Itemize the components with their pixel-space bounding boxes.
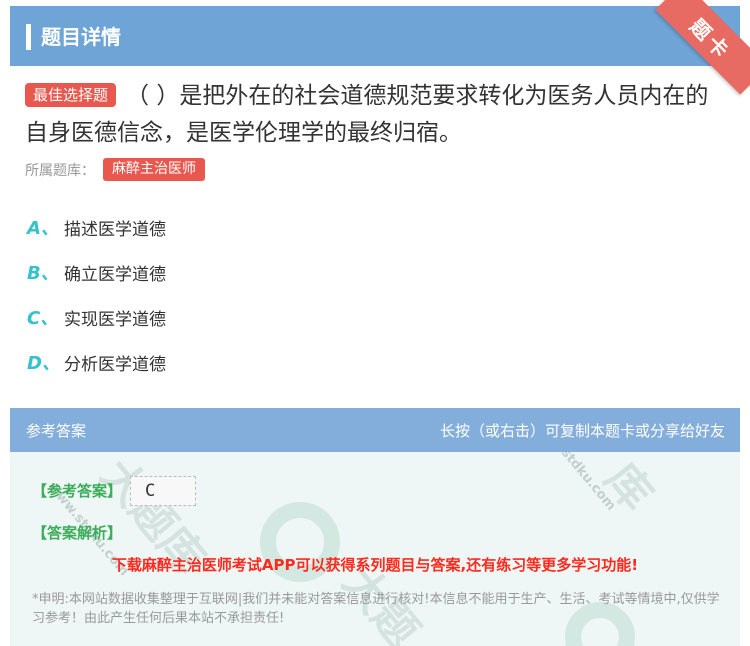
option-b[interactable]: B、 确立医学道德: [27, 259, 166, 285]
answer-header: 参考答案 长按（或右击）可复制本题卡或分享给好友: [10, 408, 740, 452]
page-title: 题目详情: [41, 25, 121, 49]
answer-value: C: [130, 476, 196, 506]
answer-body: 大题库 大题 库 www.stdku.com stdku.com 【参考答案】 …: [10, 452, 740, 646]
option-text: 描述医学道德: [64, 219, 166, 240]
disclaimer: *申明:本网站数据收集整理于互联网|我们并未能对答案信息进行核对!本信息不能用于…: [32, 592, 720, 626]
option-letter: A、: [27, 218, 59, 239]
corner-ribbon-label: 题卡: [685, 13, 737, 65]
reference-answer-label: 【参考答案】: [32, 482, 123, 500]
option-text: 分析医学道德: [64, 354, 166, 375]
option-letter: C、: [27, 308, 59, 329]
question-type-badge: 最佳选择题: [25, 83, 117, 107]
option-text: 实现医学道德: [64, 309, 166, 330]
question-block: 最佳选择题（ ）是把外在的社会道德规范要求转化为医务人员内在的自身医德信念，是医…: [25, 78, 720, 152]
header-bar: 题目详情: [10, 6, 740, 66]
option-a[interactable]: A、 描述医学道德: [27, 214, 166, 240]
library-label: 所属题库：: [25, 162, 95, 179]
option-c[interactable]: C、 实现医学道德: [27, 304, 166, 330]
share-hint: 长按（或右击）可复制本题卡或分享给好友: [439, 422, 725, 440]
answer-section-title: 参考答案: [26, 422, 87, 440]
header-accent-bar: [26, 24, 31, 50]
option-letter: D、: [27, 353, 60, 374]
question-text: （ ）是把外在的社会道德规范要求转化为医务人员内在的自身医德信念，是医学伦理学的…: [25, 83, 709, 146]
option-letter: B、: [27, 263, 59, 284]
library-row: 所属题库： 麻醉主治医师: [25, 158, 205, 181]
analysis-label: 【答案解析】: [32, 524, 123, 542]
library-badge[interactable]: 麻醉主治医师: [103, 158, 205, 181]
download-app-link[interactable]: 下载麻醉主治医师考试APP可以获得系列题目与答案,还有练习等更多学习功能!: [10, 554, 740, 575]
option-d[interactable]: D、 分析医学道德: [27, 349, 166, 375]
option-text: 确立医学道德: [64, 264, 166, 285]
